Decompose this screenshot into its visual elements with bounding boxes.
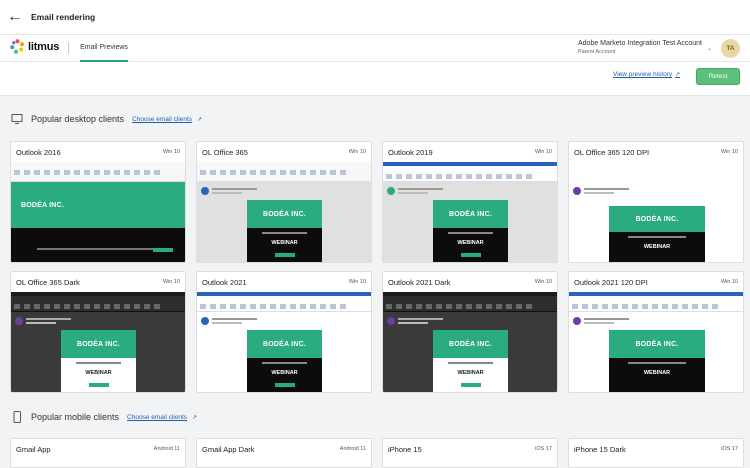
client-os: Android 11: [153, 446, 180, 452]
client-card-ol-office-365-dark[interactable]: OL Office 365 Dark Win 10 BODÉA INC. WEB…: [10, 271, 186, 393]
client-os: Win 10: [162, 279, 180, 285]
preview-banner: WEBINAR: [271, 370, 298, 376]
preview-banner: WEBINAR: [271, 240, 298, 246]
client-card-iphone-15-dark[interactable]: iPhone 15 Dark iOS 17: [568, 438, 744, 468]
history-link-label: View preview history: [613, 71, 673, 78]
divider: [68, 42, 69, 54]
client-name: Gmail App Dark: [202, 445, 255, 454]
logo-text: litmus: [28, 40, 60, 53]
client-name: OL Office 365: [202, 148, 248, 157]
preview-thumbnail: BODÉA INC. WEBINAR: [569, 162, 743, 262]
back-arrow-icon[interactable]: ←: [0, 0, 30, 35]
external-link-icon: ↗: [192, 414, 198, 421]
account-switcher[interactable]: Adobe Marketo Integration Test Account P…: [578, 40, 702, 55]
client-name: Gmail App: [16, 445, 51, 454]
page-title: Email rendering: [31, 12, 96, 22]
preview-banner: WEBINAR: [643, 244, 671, 250]
preview-brand: BODÉA INC.: [263, 210, 306, 218]
preview-banner: WEBINAR: [457, 370, 484, 376]
action-bar: [0, 62, 750, 96]
client-name: Outlook 2016: [16, 148, 61, 157]
client-name: Outlook 2019: [388, 148, 433, 157]
tab-email-previews[interactable]: Email Previews: [80, 35, 128, 62]
app-header: litmus Email Previews Adobe Marketo Inte…: [0, 35, 750, 62]
preview-brand: BODÉA INC.: [21, 201, 64, 209]
client-name: iPhone 15: [388, 445, 422, 454]
preview-thumbnail: BODÉA INC. WEBINAR: [197, 292, 371, 392]
client-name: OL Office 365 Dark: [16, 278, 80, 287]
client-os: Win 10: [348, 279, 366, 285]
monitor-icon: [11, 114, 23, 124]
client-name: Outlook 2021 120 DPI: [574, 278, 648, 287]
desktop-section-header: Popular desktop clients Choose email cli…: [11, 113, 202, 125]
preview-brand: BODÉA INC.: [449, 340, 492, 348]
client-card-outlook-2021[interactable]: Outlook 2021 Win 10 BODÉA INC. WEBINAR: [196, 271, 372, 393]
client-name: Outlook 2021: [202, 278, 247, 287]
client-card-outlook-2016[interactable]: Outlook 2016 Win 10 BODÉA INC.: [10, 141, 186, 263]
chevron-down-icon[interactable]: ⌄: [707, 45, 712, 52]
client-os: Win 10: [348, 149, 366, 155]
preview-thumbnail: BODÉA INC.: [11, 162, 185, 262]
client-card-outlook-2021-dark[interactable]: Outlook 2021 Dark Win 10 BODÉA INC. WEBI…: [382, 271, 558, 393]
avatar[interactable]: TA: [721, 39, 740, 58]
preview-thumbnail: BODÉA INC. WEBINAR: [383, 292, 557, 392]
client-os: Win 10: [720, 279, 738, 285]
phone-icon: [13, 411, 21, 423]
preview-brand: BODÉA INC.: [449, 210, 492, 218]
litmus-logo[interactable]: litmus: [10, 39, 59, 54]
external-link-icon: ↗: [675, 72, 681, 78]
mobile-section-header: Popular mobile clients Choose email clie…: [11, 411, 197, 423]
client-os: iOS 17: [721, 446, 738, 452]
client-card-gmail-app[interactable]: Gmail App Android 11: [10, 438, 186, 468]
client-os: Win 10: [162, 149, 180, 155]
choose-email-clients-link[interactable]: Choose email clients: [127, 414, 187, 421]
retest-button[interactable]: Retest: [696, 68, 740, 85]
client-name: iPhone 15 Dark: [574, 445, 626, 454]
preview-brand: BODÉA INC.: [77, 340, 120, 348]
client-name: Outlook 2021 Dark: [388, 278, 451, 287]
preview-banner: WEBINAR: [457, 240, 484, 246]
preview-thumbnail: BODÉA INC. WEBINAR: [569, 292, 743, 392]
client-card-ol-office-365[interactable]: OL Office 365 Win 10 BODÉA INC. WEBINAR: [196, 141, 372, 263]
preview-banner: WEBINAR: [85, 370, 112, 376]
client-os: Win 10: [720, 149, 738, 155]
client-card-outlook-2021-120-dpi[interactable]: Outlook 2021 120 DPI Win 10 BODÉA INC. W…: [568, 271, 744, 393]
preview-brand: BODÉA INC.: [635, 340, 679, 348]
preview-thumbnail: BODÉA INC. WEBINAR: [197, 162, 371, 262]
preview-banner: WEBINAR: [643, 370, 671, 376]
client-card-outlook-2019[interactable]: Outlook 2019 Win 10 BODÉA INC. WEBINAR: [382, 141, 558, 263]
preview-thumbnail: BODÉA INC. WEBINAR: [11, 292, 185, 392]
client-name: OL Office 365 120 DPI: [574, 148, 650, 157]
section-title-mobile: Popular mobile clients: [31, 412, 120, 422]
top-bar: ← Email rendering: [0, 0, 750, 35]
section-title-desktop: Popular desktop clients: [31, 114, 125, 124]
account-type: Parent Account: [578, 49, 616, 55]
view-preview-history-link[interactable]: View preview history ↗: [613, 71, 680, 78]
litmus-logo-icon: [10, 39, 24, 54]
preview-brand: BODÉA INC.: [263, 340, 306, 348]
external-link-icon: ↗: [197, 116, 203, 123]
client-card-gmail-app-dark[interactable]: Gmail App Dark Android 11: [196, 438, 372, 468]
client-os: Win 10: [534, 279, 552, 285]
account-name: Adobe Marketo Integration Test Account: [578, 40, 703, 47]
choose-email-clients-link[interactable]: Choose email clients: [132, 116, 192, 123]
preview-brand: BODÉA INC.: [635, 215, 679, 223]
client-os: Win 10: [534, 149, 552, 155]
client-os: iOS 17: [535, 446, 552, 452]
client-card-iphone-15[interactable]: iPhone 15 iOS 17: [382, 438, 558, 468]
preview-thumbnail: BODÉA INC. WEBINAR: [383, 162, 557, 262]
client-card-ol-office-365-120-dpi[interactable]: OL Office 365 120 DPI Win 10 BODÉA INC. …: [568, 141, 744, 263]
client-os: Android 11: [339, 446, 366, 452]
